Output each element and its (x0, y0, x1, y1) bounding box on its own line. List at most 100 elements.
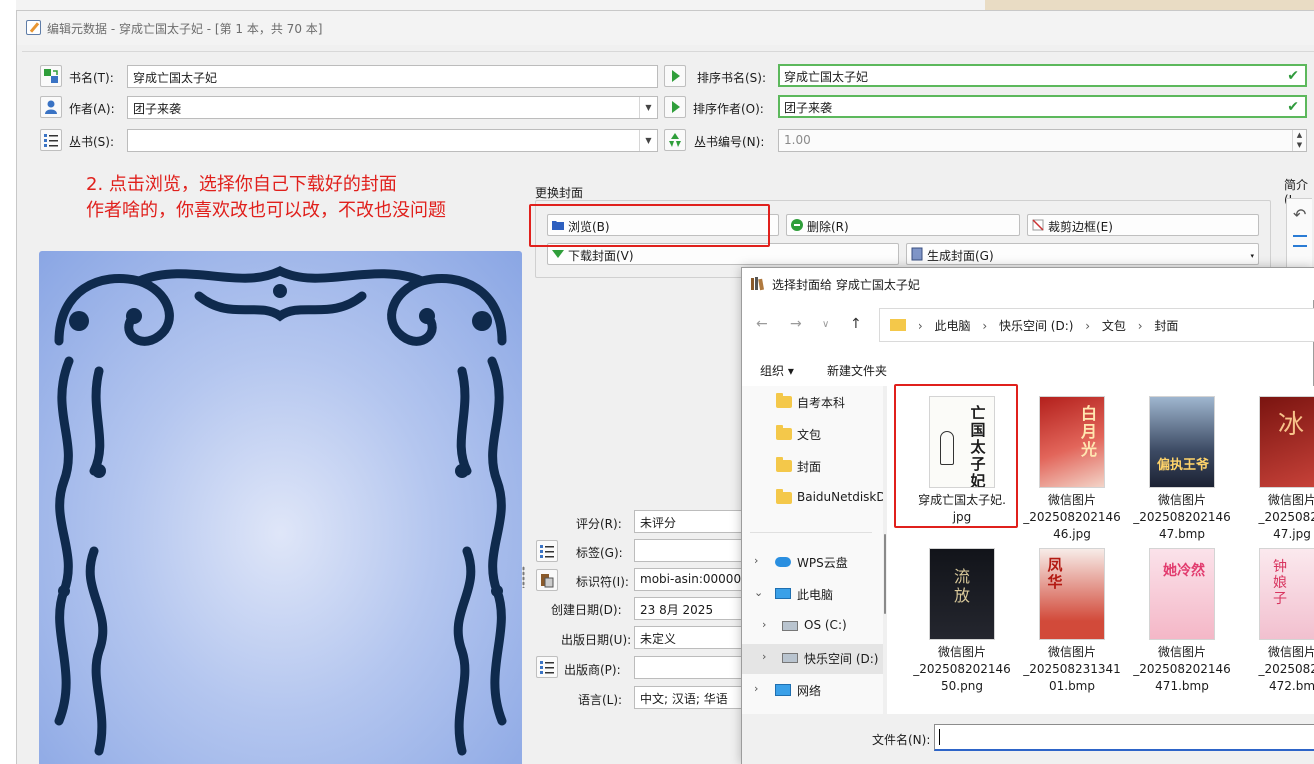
up-arrow-icon[interactable]: ↑ (850, 316, 862, 332)
nav-item-label: 快乐空间 (D:) (804, 652, 879, 666)
chevron-down-icon[interactable]: ▾ (1250, 252, 1254, 260)
recycle-icon[interactable] (664, 129, 686, 151)
nav-item-this-pc[interactable]: ⌄ 此电脑 (742, 580, 883, 610)
title-input[interactable]: 穿成亡国太子妃 (127, 65, 658, 88)
manage-publishers-icon[interactable] (536, 656, 558, 678)
series-combobox[interactable]: ▼ (127, 129, 658, 152)
file-tile[interactable]: 偏执王爷 微信图片 _202508202146 47.bmp (1132, 396, 1232, 543)
generate-cover-button[interactable]: 生成封面(G) ▾ (906, 243, 1259, 265)
cover-preview (39, 251, 522, 764)
address-bar[interactable]: › 此电脑 › 快乐空间 (D:) › 文包 › 封面 (879, 308, 1314, 342)
books-icon (751, 277, 765, 291)
clear-identifiers-icon[interactable] (536, 569, 558, 591)
author-value: 团子来袭 (133, 102, 182, 116)
nav-item-wenbao[interactable]: 文包 (742, 420, 883, 450)
created-date-input[interactable]: 23 8月 2025 (634, 597, 754, 620)
manage-series-icon[interactable] (40, 129, 62, 151)
file-thumbnail: 她冷然 (1149, 548, 1215, 640)
remove-cover-button[interactable]: 删除(R) (786, 214, 1020, 236)
rating-input[interactable]: 未评分 (634, 510, 754, 533)
back-arrow-icon[interactable]: ← (756, 316, 768, 332)
file-name-line-1: 微信图片 (1047, 645, 1096, 659)
chevron-right-icon[interactable]: › (754, 682, 758, 695)
splitter-handle[interactable] (522, 566, 525, 588)
series-index-spinbox[interactable]: 1.00 ▲ ▼ (778, 129, 1307, 152)
identifiers-label: 标识符(I): (576, 575, 629, 589)
filename-input[interactable] (934, 724, 1314, 751)
dialog-title: 选择封面给 穿成亡国太子妃 (772, 278, 920, 292)
file-name-line-1: 微信图片 (1157, 493, 1206, 507)
chevron-down-icon[interactable]: ▼ (639, 130, 657, 151)
crumb-covers[interactable]: 封面 (1154, 319, 1178, 333)
trim-borders-button[interactable]: 裁剪边框(E) (1027, 214, 1259, 236)
author-combobox[interactable]: 团子来袭 ▼ (127, 96, 658, 119)
nav-item-covers[interactable]: 封面 (742, 452, 883, 482)
file-tile[interactable]: 流放 微信图片 _202508202146 50.png (912, 548, 1012, 695)
spin-arrows-icon[interactable]: ▲ ▼ (1292, 130, 1306, 151)
align-icon[interactable] (1293, 235, 1307, 247)
navigation-pane: 自考本科 文包 封面 BaiduNetdiskD › WPS云盘 ⌄ 此电脑 ›… (742, 386, 883, 714)
chevron-down-icon[interactable]: ▼ (639, 97, 657, 118)
thumbnail-title: 白月光 (1080, 404, 1097, 459)
file-tile[interactable]: 她冷然 微信图片 _202508202146 471.bmp (1132, 548, 1232, 695)
nav-item-baidunetdisk[interactable]: BaiduNetdiskD (742, 484, 883, 514)
nav-item-drive-c[interactable]: › OS (C:) (742, 612, 883, 642)
file-tile[interactable]: 凤华 微信图片 _202508231341 01.bmp (1022, 548, 1122, 695)
folder-icon (776, 457, 792, 472)
crumb-drive-d[interactable]: 快乐空间 (D:) (999, 319, 1073, 333)
identifiers-input[interactable]: mobi-asin:000000 (634, 568, 754, 591)
cloud-icon (775, 557, 791, 567)
trim-label: 裁剪边框(E) (1048, 220, 1113, 234)
download-arrow-icon (552, 250, 564, 258)
swap-title-author-icon[interactable] (40, 65, 62, 87)
file-tile[interactable]: 白月光 微信图片 _202508202146 46.jpg (1022, 396, 1122, 543)
nav-item-drive-d[interactable]: › 快乐空间 (D:) (742, 644, 883, 674)
breadcrumb: › 此电脑 › 快乐空间 (D:) › 文包 › 封面 (890, 317, 1178, 334)
sort-author-input[interactable]: 团子来袭 ✔ (778, 95, 1307, 118)
crumb-this-pc[interactable]: 此电脑 (934, 319, 970, 333)
file-tile[interactable]: 冰 微信图片 _20250820 47.jpg (1242, 396, 1314, 543)
publish-date-input[interactable]: 未定义 (634, 626, 754, 649)
file-tile[interactable]: 钟娘子 微信图片 _20250820 472.bm (1242, 548, 1314, 695)
window-title: 编辑元数据 - 穿成亡国太子妃 - [第 1 本，共 70 本] (47, 22, 323, 36)
manage-tags-icon[interactable] (536, 540, 558, 562)
nav-item-network[interactable]: › 网络 (742, 676, 883, 706)
file-name-line-3: 47.bmp (1158, 527, 1205, 541)
nav-item-label: BaiduNetdiskD (797, 490, 883, 504)
author-label: 作者(A): (69, 102, 115, 116)
file-name-line-2: _202508202146 (913, 662, 1011, 676)
manage-authors-icon[interactable] (40, 96, 62, 118)
new-folder-button[interactable]: 新建文件夹 (827, 362, 887, 379)
tutorial-annotation: 2. 点击浏览，选择你自己下载好的封面 作者啥的，你喜欢改也可以改，不改也没问题 (86, 172, 446, 224)
sort-title-input[interactable]: 穿成亡国太子妃 ✔ (778, 64, 1307, 87)
sort-title-label: 排序书名(S): (697, 71, 767, 85)
publisher-input[interactable] (634, 656, 754, 679)
navigation-row: ← → ∨ ↑ › 此电脑 › 快乐空间 (D:) › 文包 › 封面 (742, 308, 1314, 342)
chevron-right-icon[interactable]: › (762, 650, 766, 663)
file-name-line-1: 微信图片 (937, 645, 986, 659)
chevron-down-icon[interactable]: ⌄ (754, 586, 763, 599)
tags-input[interactable] (634, 539, 754, 562)
publish-date-label: 出版日期(U): (561, 633, 632, 647)
nav-item-label: 封面 (797, 460, 822, 474)
nav-item-label: 自考本科 (797, 396, 846, 410)
language-input[interactable]: 中文; 汉语; 华语 (634, 686, 754, 709)
forward-arrow-icon[interactable]: → (790, 316, 802, 332)
undo-icon[interactable]: ↶ (1293, 205, 1306, 224)
crumb-wenbao[interactable]: 文包 (1102, 319, 1126, 333)
nav-item-zikao[interactable]: 自考本科 (742, 388, 883, 418)
chevron-right-icon[interactable]: › (754, 554, 758, 567)
organize-button[interactable]: 组织 ▾ (760, 362, 794, 379)
copy-author-arrow-icon[interactable] (664, 96, 686, 118)
network-icon (775, 684, 791, 696)
nav-item-wps-cloud[interactable]: › WPS云盘 (742, 548, 883, 578)
sort-title-value: 穿成亡国太子妃 (784, 70, 869, 84)
language-label: 语言(L): (578, 693, 623, 707)
thumbnail-title: 偏执王爷 (1156, 458, 1209, 473)
file-thumbnail: 白月光 (1039, 396, 1105, 488)
computer-icon (775, 588, 791, 599)
recent-chevron-icon[interactable]: ∨ (822, 319, 829, 330)
copy-title-arrow-icon[interactable] (664, 65, 686, 87)
highlight-selected-file-box (894, 384, 1018, 528)
chevron-right-icon[interactable]: › (762, 618, 766, 631)
